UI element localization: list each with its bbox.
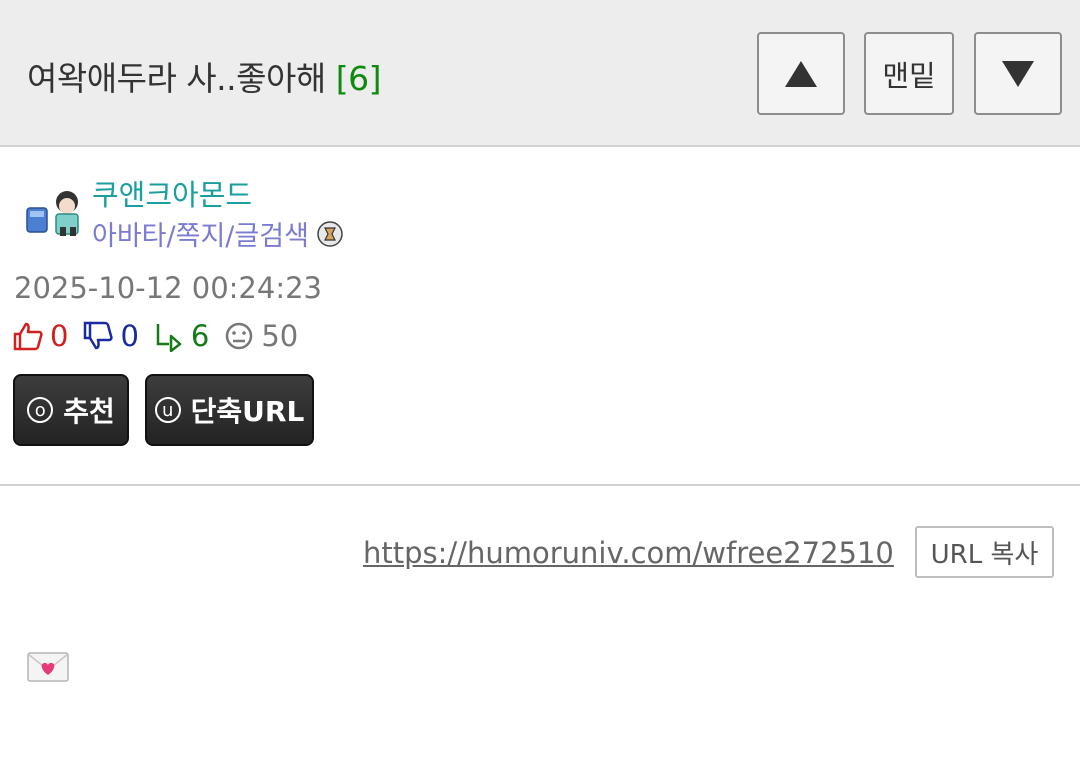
post-title: 여왁애두라 사..좋아해 [6] <box>27 52 381 100</box>
scroll-bottom-label: 맨밑 <box>882 58 936 93</box>
post-stats: 0 0 6 50 <box>12 318 312 354</box>
post-url-link[interactable]: https://humoruniv.com/wfree272510 <box>363 536 894 570</box>
views-count: 50 <box>261 319 299 353</box>
scroll-bottom-button[interactable]: 맨밑 <box>864 32 954 115</box>
triangle-up-icon <box>785 60 817 87</box>
recommend-button[interactable]: o 추천 <box>13 374 129 446</box>
views-stat: 50 <box>223 319 298 353</box>
oppose-stat: 0 <box>82 319 139 353</box>
recommend-stat: 0 <box>12 319 68 353</box>
thumbs-up-icon <box>13 322 43 351</box>
scroll-top-button[interactable] <box>757 32 845 115</box>
recommend-shortcut-key: o <box>27 397 54 423</box>
post-datetime: 2025-10-12 00:24:23 <box>14 271 322 305</box>
avatar-icon[interactable] <box>24 184 82 242</box>
short-url-button[interactable]: u 단축URL <box>145 374 314 446</box>
thumbs-down-icon <box>84 321 114 350</box>
header-bar: 여왁애두라 사..좋아해 [6] 맨밑 <box>0 0 1080 147</box>
reply-stat: 6 <box>153 319 209 353</box>
level-badge-icon <box>317 220 343 247</box>
face-icon <box>226 322 253 350</box>
author-links[interactable]: 아바타/쪽지/글검색 <box>92 214 343 253</box>
scroll-down-button[interactable] <box>974 32 1062 115</box>
post-title-text: 여왁애두라 사..좋아해 <box>27 59 326 98</box>
recommend-count: 0 <box>50 319 69 353</box>
oppose-count: 0 <box>120 319 139 353</box>
author-links-text[interactable]: 아바타/쪽지/글검색 <box>92 214 309 253</box>
author-name[interactable]: 쿠앤크아몬드 <box>92 172 252 214</box>
copy-url-button[interactable]: URL 복사 <box>915 526 1054 578</box>
reply-arrow-icon <box>156 324 182 352</box>
triangle-down-icon <box>1002 60 1034 87</box>
short-url-button-label: 단축URL <box>190 395 305 428</box>
short-url-shortcut-key: u <box>154 397 181 423</box>
comment-count[interactable]: [6] <box>336 59 382 98</box>
love-letter-icon <box>27 652 69 682</box>
divider <box>0 484 1080 486</box>
reply-count: 6 <box>190 319 210 353</box>
recommend-button-label: 추천 <box>63 395 115 428</box>
